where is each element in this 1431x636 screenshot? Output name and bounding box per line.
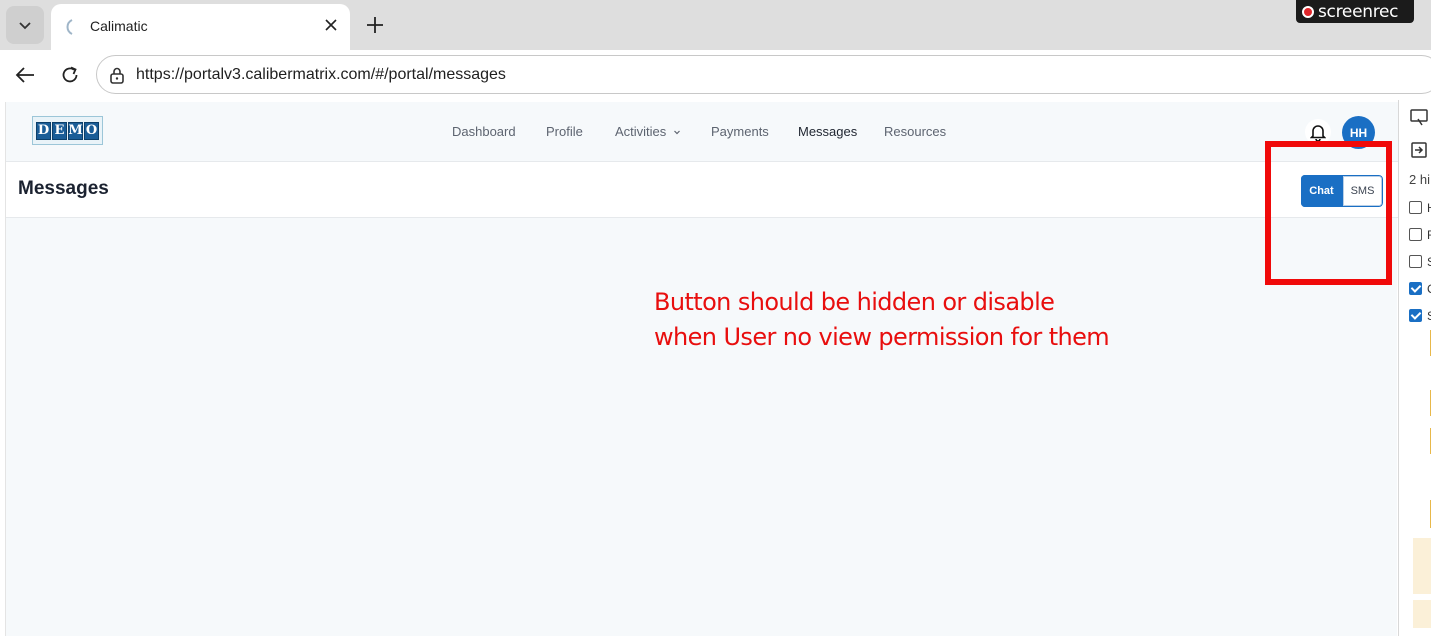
page-header: Messages xyxy=(6,162,1398,218)
logo-letter: E xyxy=(52,121,67,140)
panel-checkbox-label: S xyxy=(1427,309,1431,323)
calimatic-favicon-icon xyxy=(66,19,73,35)
tab-close-button[interactable] xyxy=(321,15,341,35)
tab-title: Calimatic xyxy=(90,18,148,34)
panel-count-text: 2 hi xyxy=(1409,172,1430,187)
panel-checkbox-label: C xyxy=(1427,282,1431,296)
annotation-note: Button should be hidden or disable when … xyxy=(654,285,1110,355)
browser-toolbar: https://portalv3.calibermatrix.com/#/por… xyxy=(0,50,1431,100)
back-button[interactable] xyxy=(13,63,37,87)
nav-payments[interactable]: Payments xyxy=(711,124,769,139)
logo-letter: D xyxy=(36,121,51,140)
panel-checkbox-label: H xyxy=(1427,201,1431,215)
panel-checkbox[interactable] xyxy=(1409,201,1422,214)
nav-messages[interactable]: Messages xyxy=(798,124,857,139)
browser-tab-strip: Calimatic screenrec xyxy=(0,0,1431,50)
url-text: https://portalv3.calibermatrix.com/#/por… xyxy=(136,66,506,83)
nav-activities-label: Activities xyxy=(615,124,667,139)
page-viewport: D E M O Dashboard Profile Activities Pay… xyxy=(5,102,1398,636)
logo-letter: O xyxy=(84,121,99,140)
panel-checkbox[interactable] xyxy=(1409,228,1422,241)
panel-checkbox-label: S xyxy=(1427,255,1431,269)
panel-highlight xyxy=(1413,566,1431,594)
side-panel: 2 hi H F S C S xyxy=(1398,100,1431,636)
chevron-down-icon xyxy=(673,130,680,135)
panel-checkbox[interactable] xyxy=(1409,255,1422,268)
chevron-down-icon xyxy=(19,22,31,30)
annotation-highlight-box xyxy=(1265,141,1392,285)
record-dot-icon xyxy=(1302,5,1314,18)
annotation-line-1: Button should be hidden or disable xyxy=(654,288,1055,316)
reload-button[interactable] xyxy=(58,63,82,87)
lock-icon xyxy=(110,67,124,84)
app-top-nav: D E M O Dashboard Profile Activities Pay… xyxy=(6,102,1398,162)
screenrec-badge: screenrec xyxy=(1296,0,1414,23)
cast-icon[interactable] xyxy=(1409,107,1429,127)
demo-logo[interactable]: D E M O xyxy=(32,116,103,145)
address-bar[interactable]: https://portalv3.calibermatrix.com/#/por… xyxy=(96,55,1431,94)
panel-checkbox[interactable] xyxy=(1409,309,1422,322)
new-tab-button[interactable] xyxy=(362,12,388,38)
panel-highlight xyxy=(1413,538,1431,566)
nav-profile[interactable]: Profile xyxy=(546,124,583,139)
screenrec-label: screenrec xyxy=(1318,1,1399,22)
panel-highlight xyxy=(1413,600,1431,628)
browser-tab[interactable]: Calimatic xyxy=(51,4,350,50)
nav-resources[interactable]: Resources xyxy=(884,124,946,139)
nav-dashboard[interactable]: Dashboard xyxy=(452,124,516,139)
panel-checkbox-label: F xyxy=(1427,228,1431,242)
plus-icon xyxy=(367,17,383,33)
close-icon xyxy=(325,19,337,31)
annotation-line-2: when User no view permission for them xyxy=(654,323,1110,351)
logo-letter: M xyxy=(68,121,83,140)
sign-in-icon[interactable] xyxy=(1409,140,1429,160)
reload-icon xyxy=(62,66,78,83)
nav-activities[interactable]: Activities xyxy=(615,124,681,139)
bell-icon xyxy=(1310,125,1326,141)
panel-checkbox[interactable] xyxy=(1409,282,1422,295)
arrow-left-icon xyxy=(15,67,34,83)
tab-search-button[interactable] xyxy=(6,6,44,44)
page-title: Messages xyxy=(18,178,109,199)
